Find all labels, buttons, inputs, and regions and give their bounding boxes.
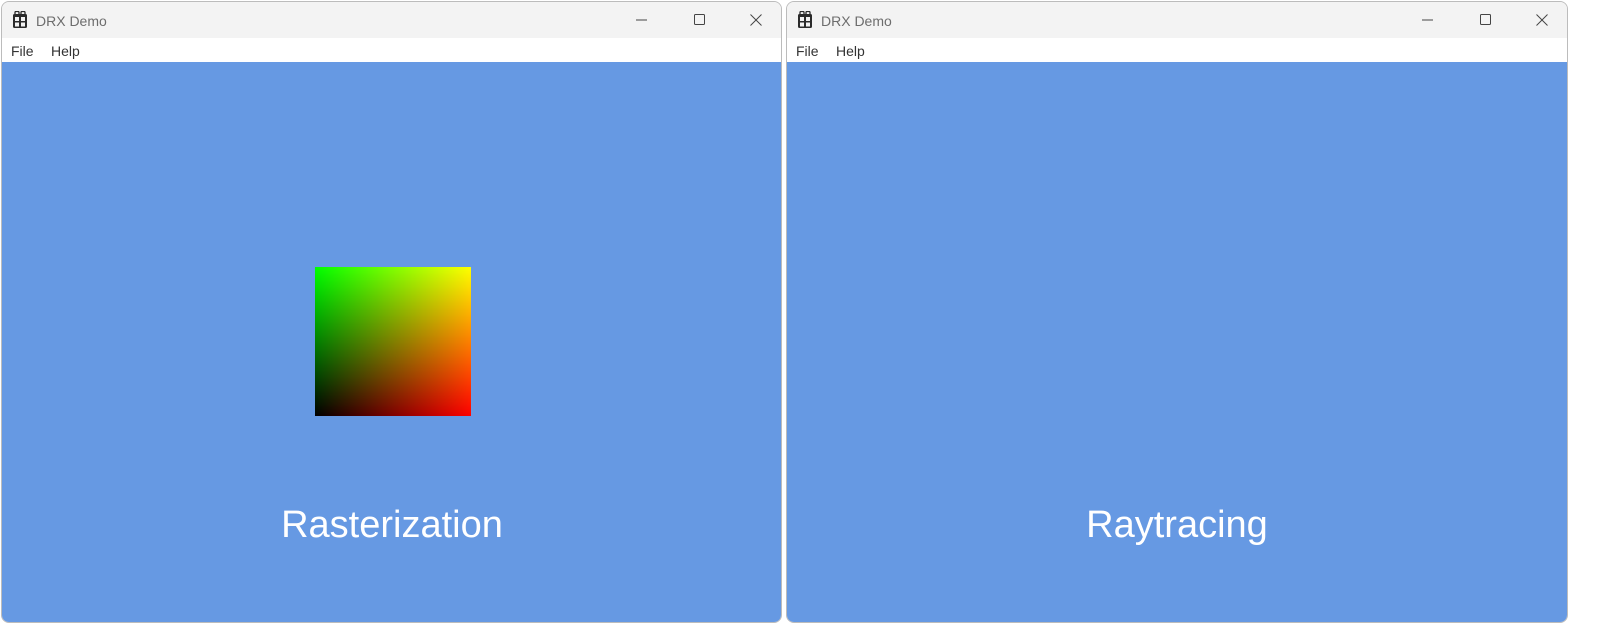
window-rasterization: DRX Demo File Help Rasterization — [1, 1, 782, 623]
menu-help[interactable]: Help — [836, 42, 865, 60]
menu-bar: File Help — [787, 38, 1567, 62]
maximize-icon — [1480, 14, 1491, 25]
menu-file[interactable]: File — [11, 42, 34, 60]
maximize-button[interactable] — [677, 2, 723, 38]
menu-file[interactable]: File — [796, 42, 819, 60]
close-icon — [750, 14, 762, 26]
close-button[interactable] — [1519, 2, 1565, 38]
title-bar[interactable]: DRX Demo — [787, 2, 1567, 38]
minimize-button[interactable] — [1405, 2, 1451, 38]
raytracing-label: Raytracing — [1086, 504, 1268, 546]
window-title: DRX Demo — [36, 13, 107, 29]
minimize-icon — [636, 19, 647, 21]
close-icon — [1536, 14, 1548, 26]
window-title: DRX Demo — [821, 13, 892, 29]
window-raytracing: DRX Demo File Help Raytracing — [786, 1, 1568, 623]
close-button[interactable] — [733, 2, 779, 38]
minimize-button[interactable] — [619, 2, 665, 38]
title-bar[interactable]: DRX Demo — [2, 2, 781, 38]
render-viewport[interactable]: Raytracing — [787, 62, 1567, 622]
app-icon — [13, 11, 27, 28]
maximize-button[interactable] — [1463, 2, 1509, 38]
app-icon — [798, 11, 812, 28]
rasterization-label: Rasterization — [281, 504, 503, 546]
menu-help[interactable]: Help — [51, 42, 80, 60]
render-viewport[interactable]: Rasterization — [2, 62, 781, 622]
minimize-icon — [1422, 19, 1433, 21]
desktop: DRX Demo File Help Rasterization DRX Dem… — [0, 0, 1600, 636]
menu-bar: File Help — [2, 38, 781, 62]
maximize-icon — [694, 14, 705, 25]
gradient-square — [315, 267, 471, 416]
